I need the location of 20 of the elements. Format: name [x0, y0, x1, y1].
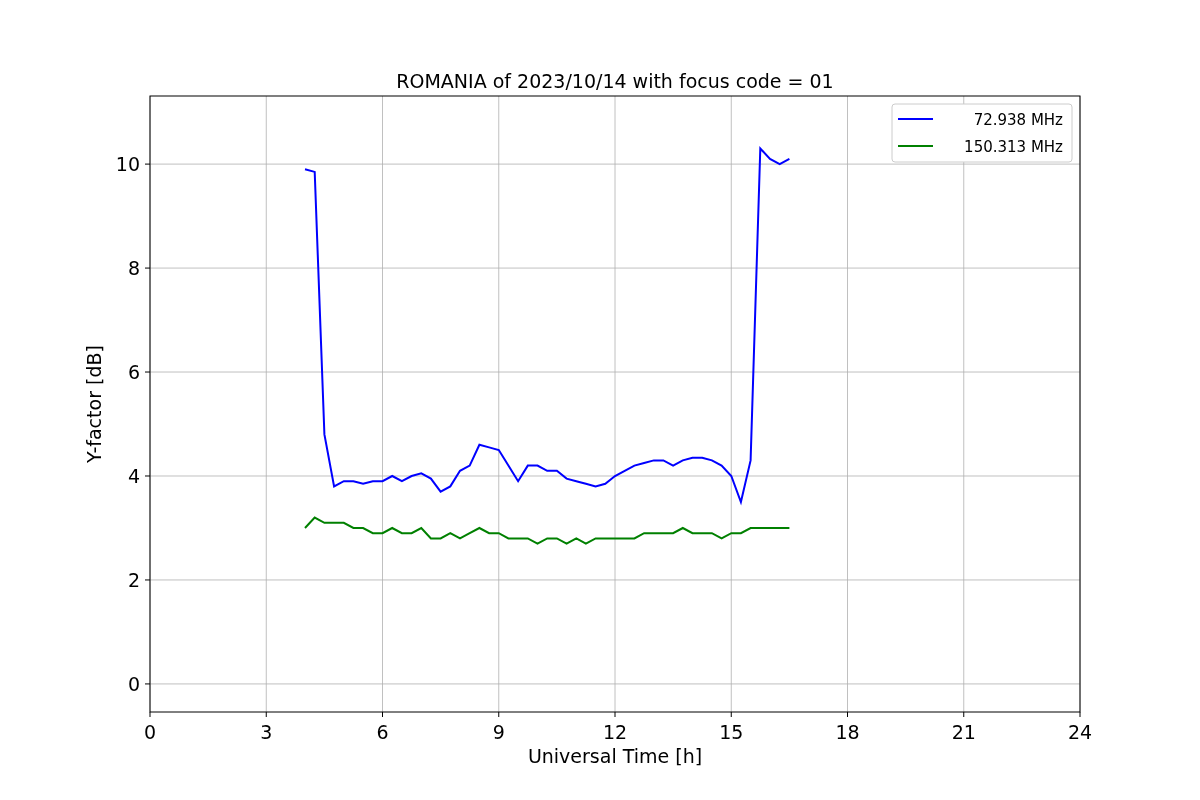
tick-label: 12: [602, 721, 628, 743]
tick-label: 6: [127, 361, 140, 384]
x-axis-label: Universal Time [h]: [527, 745, 703, 767]
tick-label: 24: [1067, 721, 1093, 743]
tick-label: 10: [115, 153, 140, 176]
tick-label: 21: [951, 721, 976, 743]
tick-label: 8: [127, 257, 140, 280]
tick-label: 18: [835, 721, 860, 743]
tick-label: 15: [719, 721, 744, 743]
legend-label: 150.313 MHz: [964, 138, 1063, 156]
chart-title: ROMANIA of 2023/10/14 with focus code = 01: [396, 70, 834, 92]
legend-label: 72.938 MHz: [973, 111, 1063, 129]
tick-label: 9: [492, 721, 505, 743]
tick-label: 2: [127, 568, 140, 591]
tick-label: 4: [127, 465, 140, 487]
tick-label: 0: [127, 672, 140, 695]
tick-label: 0: [143, 721, 157, 743]
tick-label: 6: [376, 721, 389, 743]
tick-label: 3: [260, 721, 273, 743]
y-axis-label: Y-factor [dB]: [83, 345, 105, 463]
